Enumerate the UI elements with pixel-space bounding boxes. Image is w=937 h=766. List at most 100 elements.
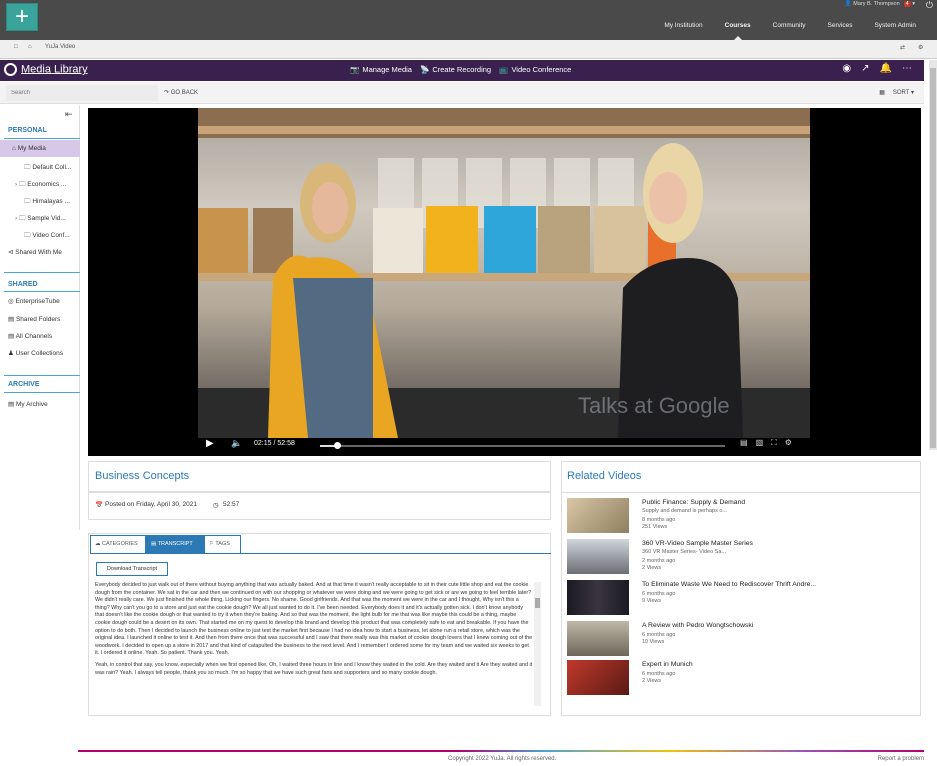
go-back-button[interactable]: ↷ GO BACK bbox=[164, 89, 198, 96]
video-player[interactable]: Talks at Google ▶ 🔈 02:15 / 52:58 ▤ ▧ ⛶ … bbox=[88, 108, 921, 456]
nav-system-admin[interactable]: System Admin bbox=[863, 22, 927, 29]
top-nav: My Institution Courses Community Service… bbox=[653, 22, 927, 41]
footer: Copyright 2022 YuJa. All rights reserved… bbox=[78, 750, 924, 766]
related-videos-panel: Related Videos Public Finance: Supply & … bbox=[561, 461, 921, 716]
tab-tags[interactable]: ⚐ TAGS bbox=[204, 535, 241, 553]
home-icon[interactable]: ⌂ bbox=[28, 44, 32, 50]
play-icon[interactable]: ▶ bbox=[206, 438, 214, 449]
create-plus-button[interactable]: + bbox=[6, 3, 38, 31]
nav-community[interactable]: Community bbox=[762, 22, 817, 29]
volume-icon[interactable]: 🔈 bbox=[231, 438, 242, 449]
transcript-text[interactable]: Everybody decided to just walk out of th… bbox=[95, 582, 533, 706]
captions-icon[interactable]: ▤ bbox=[740, 438, 748, 448]
gear-icon[interactable]: ⚙ bbox=[785, 438, 792, 448]
share-icon[interactable]: ⇄ bbox=[900, 44, 905, 51]
notification-badge: 4 bbox=[903, 1, 911, 7]
related-video-item[interactable]: To Eliminate Waste We Need to Rediscover… bbox=[567, 580, 917, 618]
tab-transcript[interactable]: ▤ TRANSCRIPT bbox=[146, 535, 204, 553]
sort-dropdown[interactable]: ▦ SORT ▾ bbox=[879, 89, 914, 96]
related-video-title[interactable]: Expert in Munich bbox=[642, 661, 693, 668]
settings-icon[interactable]: ⚙ bbox=[918, 44, 923, 51]
sidebar-item-my-media[interactable]: ⌂ My Media bbox=[0, 140, 80, 157]
sidebar: ⇤ PERSONAL ⌂ My Media 🗀 Default Coll... … bbox=[0, 105, 80, 530]
sidebar-item-sample-video[interactable]: › 🗀 Sample Vid... bbox=[15, 214, 66, 225]
external-link-icon[interactable]: ↗ bbox=[861, 63, 869, 74]
video-thumbnail[interactable] bbox=[567, 498, 629, 533]
sidebar-item-all-channels[interactable]: ▤ All Channels bbox=[8, 332, 52, 340]
divider bbox=[4, 392, 80, 393]
collapse-sidebar-icon[interactable]: ⇤ bbox=[65, 109, 73, 120]
related-video-age: 6 months ago bbox=[642, 591, 676, 597]
scrollbar-thumb[interactable] bbox=[930, 68, 936, 448]
scrollbar-thumb[interactable] bbox=[535, 598, 540, 608]
transcript-paragraph: Yeah, in control that say, you know, esp… bbox=[95, 661, 533, 676]
related-video-desc: 360 VR Master Series- Video Sa... bbox=[642, 549, 726, 555]
tab-categories[interactable]: ☁ CATEGORIES bbox=[90, 535, 146, 553]
related-video-title[interactable]: Public Finance: Supply & Demand bbox=[642, 499, 745, 506]
related-video-age: 2 months ago bbox=[642, 558, 676, 564]
sidebar-item-my-archive[interactable]: ▤ My Archive bbox=[8, 400, 48, 408]
tab-title[interactable]: YuJa Video bbox=[45, 44, 75, 50]
media-library-logo[interactable]: Media Library bbox=[4, 63, 88, 76]
related-video-desc: Supply and demand is perhaps o... bbox=[642, 508, 728, 514]
search-input[interactable] bbox=[6, 85, 158, 101]
related-video-item[interactable]: Expert in Munich 6 months ago 2 Views bbox=[567, 660, 917, 698]
related-video-item[interactable]: 360 VR-Video Sample Master Series 360 VR… bbox=[567, 539, 917, 577]
sidebar-item-default-collection[interactable]: 🗀 Default Coll... bbox=[24, 163, 71, 174]
related-video-item[interactable]: A Review with Pedro Wongtschowski 6 mont… bbox=[567, 621, 917, 659]
sidebar-item-enterprisetube[interactable]: ◎ EnterpriseTube bbox=[8, 297, 60, 305]
manage-media-button[interactable]: 📷 Manage Media bbox=[350, 65, 412, 74]
broadcast-icon: 📡 bbox=[419, 65, 430, 74]
window-icon[interactable]: □ bbox=[14, 44, 18, 50]
related-video-item[interactable]: Public Finance: Supply & Demand Supply a… bbox=[567, 498, 917, 536]
nav-services[interactable]: Services bbox=[817, 22, 864, 29]
sidebar-item-shared-folders[interactable]: ▤ Shared Folders bbox=[8, 315, 60, 323]
layout-icon[interactable]: ▧ bbox=[756, 438, 764, 448]
header-nav: 📷 Manage Media 📡 Create Recording 📺 Video C… bbox=[350, 65, 571, 74]
media-library-header: Media Library 📷 Manage Media 📡 Create Reco… bbox=[0, 60, 924, 81]
page-scrollbar[interactable] bbox=[929, 60, 937, 450]
user-menu[interactable]: 👤 Mary B. Thompson 4 ▾ bbox=[845, 1, 915, 7]
sidebar-item-user-collections[interactable]: ♟ User Collections bbox=[8, 349, 63, 357]
fullscreen-icon[interactable]: ⛶ bbox=[771, 438, 777, 448]
video-thumbnail[interactable] bbox=[567, 580, 629, 615]
video-meta-panel: 📅 Posted on Friday, April 30, 2021 ◷ 52:… bbox=[88, 492, 551, 520]
related-video-title[interactable]: To Eliminate Waste We Need to Rediscover… bbox=[642, 581, 816, 588]
transcript-paragraph: Everybody decided to just walk out of th… bbox=[95, 582, 533, 657]
divider bbox=[562, 492, 920, 493]
transcript-scrollbar[interactable] bbox=[534, 582, 541, 706]
grid-view-icon[interactable]: ▦ bbox=[879, 90, 885, 96]
seek-handle[interactable] bbox=[334, 442, 342, 449]
seek-bar[interactable] bbox=[320, 442, 725, 449]
archive-heading: ARCHIVE bbox=[8, 381, 40, 388]
video-conference-button[interactable]: 📺 Video Conference bbox=[499, 65, 571, 74]
sidebar-item-himalayas[interactable]: 🗀 Himalayas ... bbox=[24, 197, 70, 208]
report-problem-link[interactable]: Report a problem bbox=[878, 756, 924, 762]
sidebar-item-economics[interactable]: › 🗀 Economics ... bbox=[15, 180, 66, 191]
video-thumbnail[interactable] bbox=[567, 660, 629, 695]
users-icon: ♟ bbox=[8, 350, 16, 357]
user-name: Mary B. Thompson bbox=[853, 1, 900, 7]
avatar[interactable]: ◉ bbox=[842, 63, 851, 74]
channels-icon: ▤ bbox=[8, 333, 16, 340]
create-recording-button[interactable]: 📡 Create Recording bbox=[420, 65, 491, 74]
power-icon[interactable]: ⏻ bbox=[926, 0, 933, 11]
nav-my-institution[interactable]: My Institution bbox=[653, 22, 713, 29]
sidebar-item-shared-with-me[interactable]: ⊲ Shared With Me bbox=[8, 248, 62, 256]
download-transcript-button[interactable]: Download Transcript bbox=[96, 562, 168, 576]
bell-icon[interactable]: 🔔 bbox=[880, 63, 892, 74]
cloud-icon: ☁ bbox=[95, 541, 103, 547]
folders-icon: ▤ bbox=[8, 316, 16, 323]
video-thumbnail[interactable] bbox=[567, 621, 629, 656]
video-thumbnail[interactable] bbox=[567, 539, 629, 574]
divider bbox=[4, 291, 80, 292]
related-video-title[interactable]: A Review with Pedro Wongtschowski bbox=[642, 622, 753, 629]
archive-icon: ▤ bbox=[8, 401, 16, 408]
toolbar: ↷ GO BACK ▦SORT ▾ bbox=[0, 82, 924, 104]
apps-grid-icon[interactable]: ⋯ bbox=[902, 63, 912, 74]
divider bbox=[4, 375, 80, 376]
related-video-views: 2 Views bbox=[642, 678, 662, 684]
sidebar-item-video-conference[interactable]: 🗀 Video Conf... bbox=[24, 231, 70, 242]
related-video-title[interactable]: 360 VR-Video Sample Master Series bbox=[642, 540, 753, 547]
nav-courses[interactable]: Courses bbox=[714, 22, 762, 41]
